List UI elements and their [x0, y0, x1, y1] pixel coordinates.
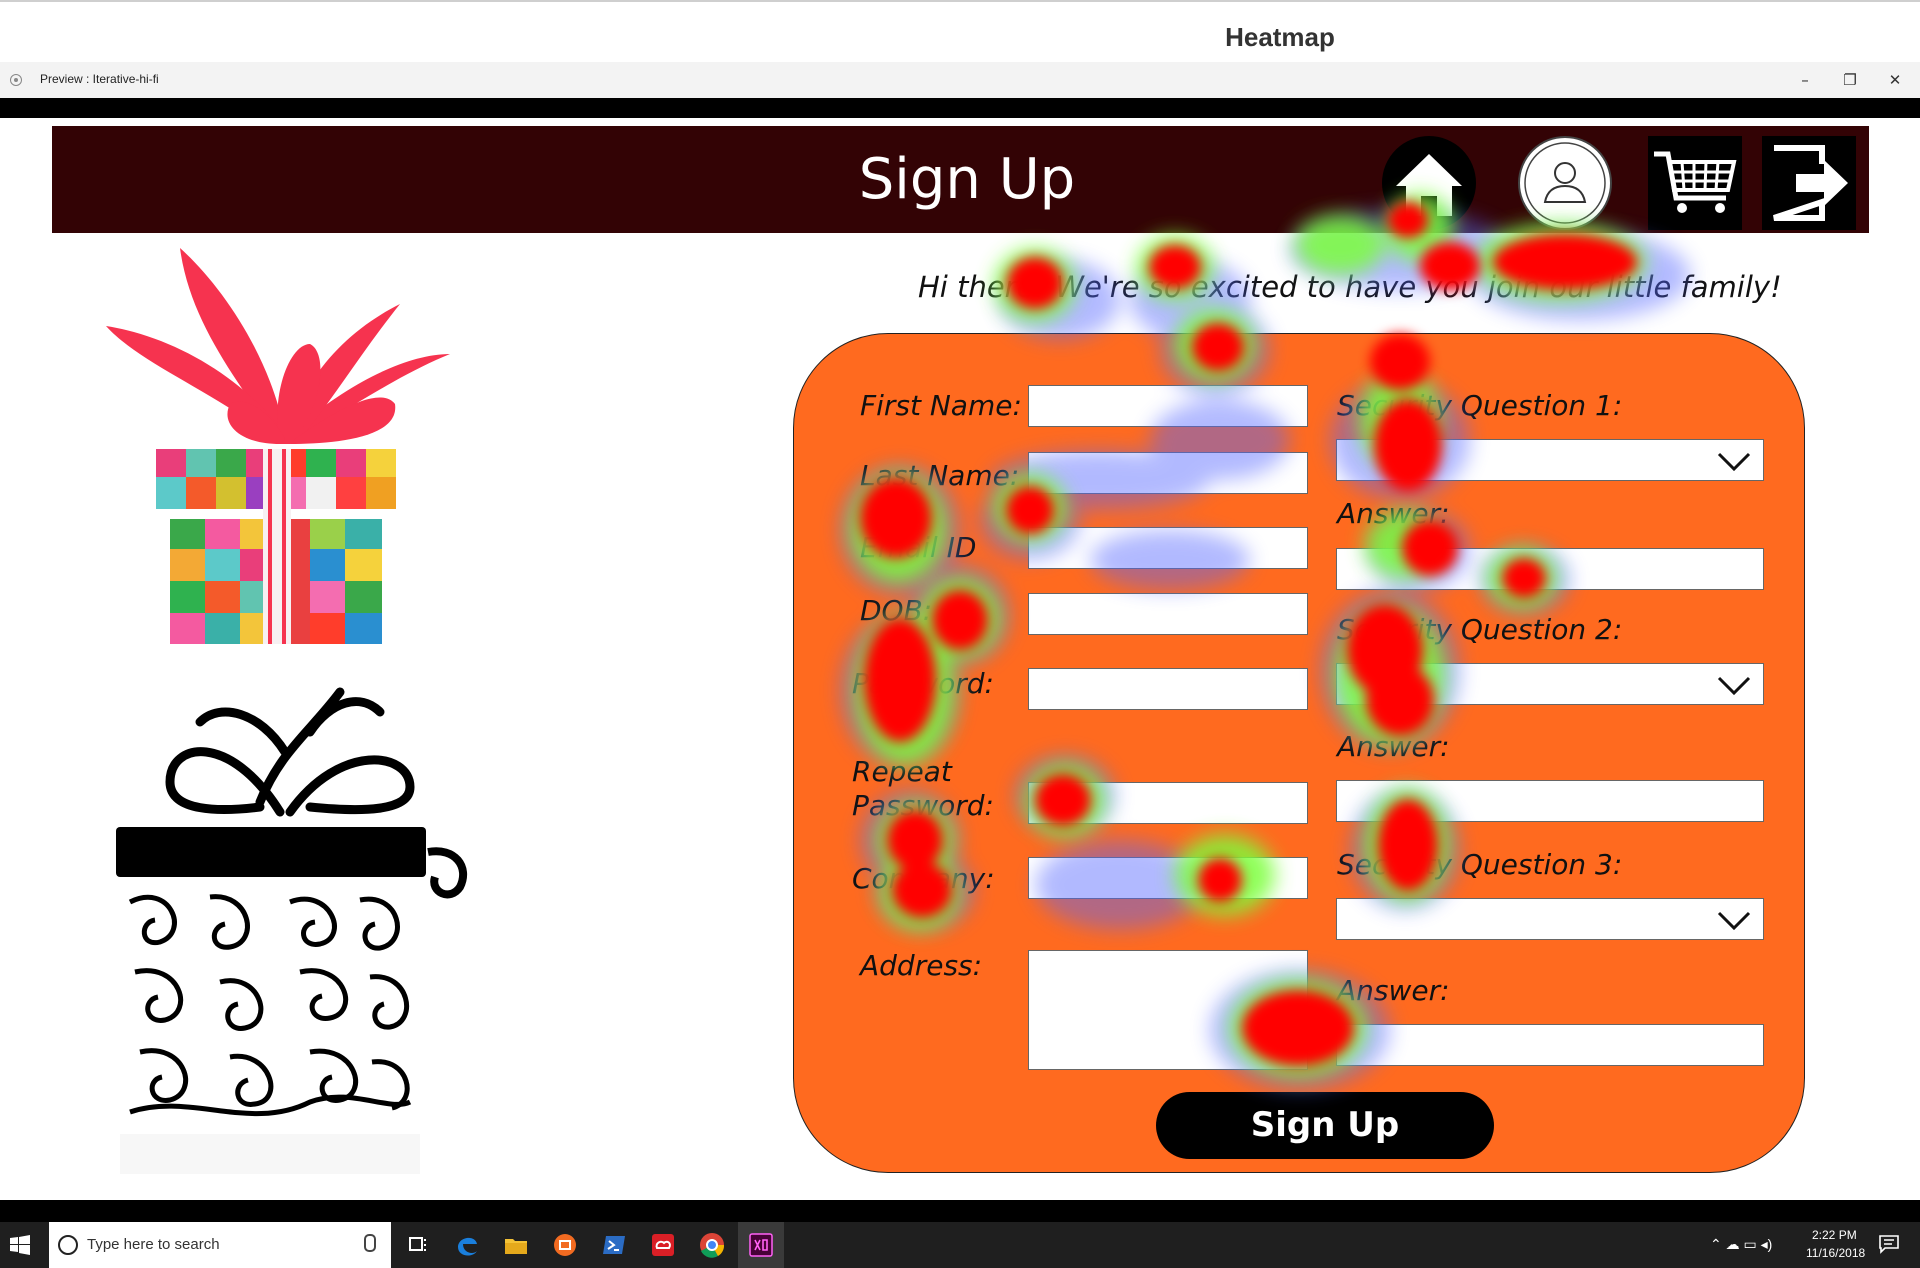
edge-icon[interactable] [453, 1231, 481, 1259]
security-question-2-select[interactable] [1336, 663, 1764, 705]
task-view-icon[interactable] [404, 1231, 432, 1259]
window-border [0, 98, 1920, 118]
ornate-gift-image [116, 687, 468, 1174]
heatmap-title: Heatmap [1225, 22, 1335, 52]
answer-3-field[interactable] [1336, 1024, 1764, 1066]
security-question-1-label: Security Question 1: [1337, 389, 1623, 422]
creative-cloud-icon[interactable] [649, 1231, 677, 1259]
windows-taskbar: Type here to search ⌃ ☁ ▭ ◂) 2:22 PM 11/… [0, 1222, 1920, 1268]
email-label: Email ID [860, 531, 977, 564]
repeat-password-label: Repeat Password: [852, 755, 994, 822]
answer-2-field[interactable] [1336, 780, 1764, 822]
close-button[interactable]: ✕ [1875, 66, 1915, 94]
chevron-down-icon [1717, 452, 1751, 472]
minimize-button[interactable]: – [1785, 66, 1825, 94]
logout-icon[interactable] [1762, 136, 1856, 230]
answer-3-label: Answer: [1337, 974, 1450, 1007]
file-explorer-icon[interactable] [502, 1231, 530, 1259]
app-icon[interactable] [551, 1231, 579, 1259]
security-question-1-select[interactable] [1336, 439, 1764, 481]
powershell-icon[interactable] [600, 1231, 628, 1259]
adobe-xd-icon[interactable] [747, 1231, 775, 1259]
first-name-field[interactable] [1028, 385, 1308, 427]
app-header: Sign Up [52, 126, 1869, 233]
record-icon [10, 74, 22, 86]
clock-time[interactable]: 2:22 PM [1812, 1228, 1857, 1242]
sign-up-button[interactable]: Sign Up [1156, 1092, 1494, 1159]
last-name-field[interactable] [1028, 452, 1308, 494]
repeat-password-field[interactable] [1028, 782, 1308, 824]
window-bottom-border [0, 1200, 1920, 1222]
security-question-3-label: Security Question 3: [1337, 848, 1623, 881]
restore-button[interactable]: ❐ [1830, 66, 1870, 94]
dob-field[interactable] [1028, 593, 1308, 635]
address-field[interactable] [1028, 950, 1308, 1070]
clock-date[interactable]: 11/16/2018 [1806, 1246, 1865, 1260]
answer-1-field[interactable] [1336, 548, 1764, 590]
company-field[interactable] [1028, 857, 1308, 899]
chrome-icon[interactable] [698, 1231, 726, 1259]
tray-icons[interactable]: ⌃ ☁ ▭ ◂) [1710, 1236, 1772, 1253]
password-label: Password: [852, 667, 994, 700]
profile-icon[interactable] [1518, 136, 1612, 230]
password-field[interactable] [1028, 668, 1308, 710]
security-question-3-select[interactable] [1336, 898, 1764, 940]
answer-2-label: Answer: [1337, 730, 1450, 763]
last-name-label: Last Name: [860, 459, 1020, 492]
dob-label: DOB: [860, 594, 933, 627]
window-title-bar: Preview : Iterative-hi-fi – ❐ ✕ [0, 62, 1920, 98]
first-name-label: First Name: [860, 389, 1022, 422]
cart-icon[interactable] [1648, 136, 1742, 230]
window-title: Preview : Iterative-hi-fi [40, 72, 159, 86]
windows-start-icon[interactable] [10, 1235, 30, 1255]
address-label: Address: [860, 949, 983, 982]
company-label: Company: [852, 862, 995, 895]
home-icon[interactable] [1382, 136, 1476, 230]
security-question-2-label: Security Question 2: [1337, 613, 1623, 646]
email-field[interactable] [1028, 527, 1308, 569]
heatmap-title-bar: Heatmap [0, 0, 1920, 64]
cortana-icon [58, 1235, 78, 1255]
answer-1-label: Answer: [1337, 497, 1450, 530]
search-placeholder: Type here to search [87, 1236, 220, 1253]
microphone-icon[interactable] [364, 1234, 376, 1252]
chevron-down-icon [1717, 676, 1751, 696]
greeting-text: Hi there! We're so excited to have you j… [918, 270, 1782, 304]
notification-icon[interactable] [1877, 1232, 1901, 1256]
taskbar-search[interactable]: Type here to search [49, 1222, 391, 1268]
colorful-gift-image [106, 248, 450, 644]
chevron-down-icon [1717, 911, 1751, 931]
